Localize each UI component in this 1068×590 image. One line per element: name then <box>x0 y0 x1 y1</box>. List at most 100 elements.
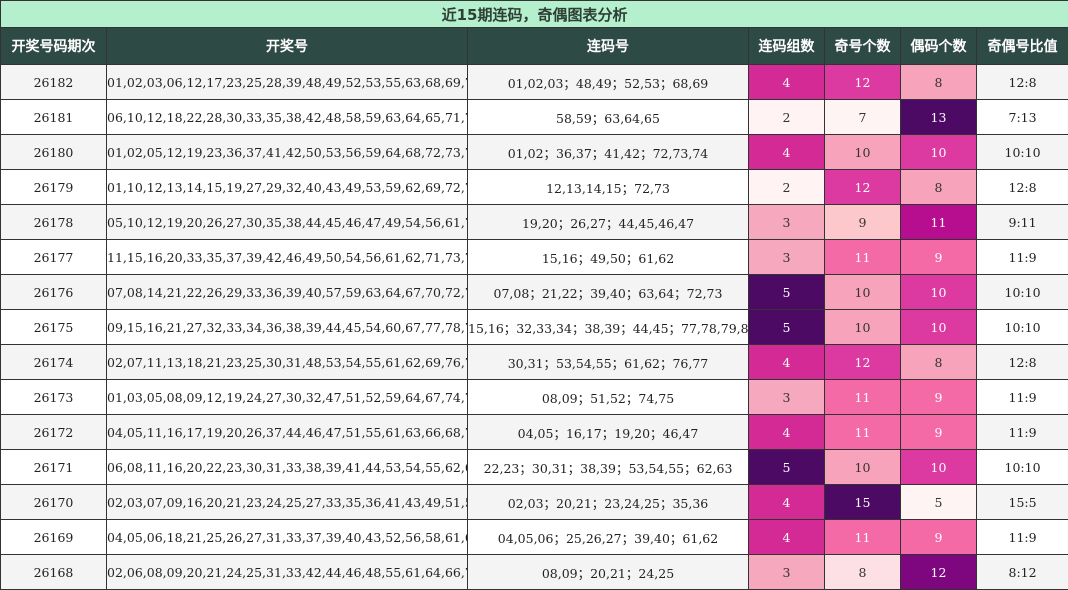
period-cell: 26182 <box>0 64 107 100</box>
consec-cell: 07,08；21,22；39,40；63,64；72,73 <box>467 274 749 310</box>
even-count-cell: 9 <box>900 414 977 450</box>
odd-count-cell: 11 <box>824 519 901 555</box>
col-header-groups: 连码组数 <box>748 27 825 65</box>
numbers-cell: 01,02,03,06,12,17,23,25,28,39,48,49,52,5… <box>106 64 468 100</box>
table-row: 26171 06,08,11,16,20,22,23,30,31,33,38,39… <box>0 449 1068 485</box>
odd-count-cell: 11 <box>824 414 901 450</box>
header-row: 开奖号码期次 开奖号 连码号 连码组数 奇号个数 偶码个数 奇偶号比值 <box>0 27 1068 65</box>
consec-cell: 04,05,06；25,26,27；39,40；61,62 <box>467 519 749 555</box>
groups-cell: 3 <box>748 204 825 240</box>
ratio-cell: 12:8 <box>975 64 1068 100</box>
even-count-cell: 13 <box>900 99 977 135</box>
groups-cell: 4 <box>748 484 825 520</box>
odd-count-cell: 15 <box>824 484 901 520</box>
even-count-cell: 9 <box>900 379 977 415</box>
ratio-cell: 11:9 <box>975 379 1068 415</box>
consec-cell: 15,16；32,33,34；38,39；44,45；77,78,79,80 <box>467 309 749 345</box>
period-cell: 26178 <box>0 204 107 240</box>
period-cell: 26173 <box>0 379 107 415</box>
consec-cell: 30,31；53,54,55；61,62；76,77 <box>467 344 749 380</box>
numbers-cell: 06,10,12,18,22,28,30,33,35,38,42,48,58,5… <box>106 99 468 135</box>
ratio-cell: 10:10 <box>975 309 1068 345</box>
col-header-even: 偶码个数 <box>900 27 977 65</box>
even-count-cell: 10 <box>900 309 977 345</box>
numbers-cell: 01,03,05,08,09,12,19,24,27,30,32,47,51,5… <box>106 379 468 415</box>
odd-count-cell: 11 <box>824 379 901 415</box>
consec-cell: 22,23；30,31；38,39；53,54,55；62,63 <box>467 449 749 485</box>
odd-count-cell: 8 <box>824 554 901 590</box>
table-row: 26170 02,03,07,09,16,20,21,23,24,25,27,33… <box>0 484 1068 520</box>
odd-count-cell: 10 <box>824 134 901 170</box>
consec-cell: 01,02；36,37；41,42；72,73,74 <box>467 134 749 170</box>
col-header-consec: 连码号 <box>467 27 749 65</box>
even-count-cell: 9 <box>900 239 977 275</box>
consec-cell: 08,09；20,21；24,25 <box>467 554 749 590</box>
numbers-cell: 05,10,12,19,20,26,27,30,35,38,44,45,46,4… <box>106 204 468 240</box>
table-row: 26176 07,08,14,21,22,26,29,33,36,39,40,57… <box>0 274 1068 310</box>
odd-count-cell: 12 <box>824 64 901 100</box>
period-cell: 26171 <box>0 449 107 485</box>
consec-cell: 58,59；63,64,65 <box>467 99 749 135</box>
period-cell: 26168 <box>0 554 107 590</box>
numbers-cell: 09,15,16,21,27,32,33,34,36,38,39,44,45,5… <box>106 309 468 345</box>
even-count-cell: 8 <box>900 169 977 205</box>
numbers-cell: 04,05,11,16,17,19,20,26,37,44,46,47,51,5… <box>106 414 468 450</box>
even-count-cell: 5 <box>900 484 977 520</box>
consec-cell: 19,20；26,27；44,45,46,47 <box>467 204 749 240</box>
consec-cell: 01,02,03；48,49；52,53；68,69 <box>467 64 749 100</box>
numbers-cell: 01,10,12,13,14,15,19,27,29,32,40,43,49,5… <box>106 169 468 205</box>
odd-count-cell: 12 <box>824 344 901 380</box>
period-cell: 26176 <box>0 274 107 310</box>
even-count-cell: 10 <box>900 274 977 310</box>
numbers-cell: 04,05,06,18,21,25,26,27,31,33,37,39,40,4… <box>106 519 468 555</box>
odd-count-cell: 10 <box>824 449 901 485</box>
even-count-cell: 8 <box>900 344 977 380</box>
consec-cell: 15,16；49,50；61,62 <box>467 239 749 275</box>
ratio-cell: 15:5 <box>975 484 1068 520</box>
numbers-cell: 02,07,11,13,18,21,23,25,30,31,48,53,54,5… <box>106 344 468 380</box>
groups-cell: 2 <box>748 99 825 135</box>
lottery-analysis-table: 近15期连码，奇偶图表分析 开奖号码期次 开奖号 连码号 连码组数 奇号个数 偶码个数 奇偶… <box>0 0 1068 590</box>
period-cell: 26177 <box>0 239 107 275</box>
even-count-cell: 11 <box>900 204 977 240</box>
consec-cell: 12,13,14,15；72,73 <box>467 169 749 205</box>
table-title: 近15期连码，奇偶图表分析 <box>0 0 1068 28</box>
ratio-cell: 12:8 <box>975 169 1068 205</box>
odd-count-cell: 12 <box>824 169 901 205</box>
odd-count-cell: 11 <box>824 239 901 275</box>
col-header-odd: 奇号个数 <box>824 27 901 65</box>
odd-count-cell: 7 <box>824 99 901 135</box>
groups-cell: 5 <box>748 274 825 310</box>
table-row: 26180 01,02,05,12,19,23,36,37,41,42,50,53… <box>0 134 1068 170</box>
consec-cell: 08,09；51,52；74,75 <box>467 379 749 415</box>
groups-cell: 5 <box>748 449 825 485</box>
groups-cell: 2 <box>748 169 825 205</box>
numbers-cell: 11,15,16,20,33,35,37,39,42,46,49,50,54,5… <box>106 239 468 275</box>
numbers-cell: 06,08,11,16,20,22,23,30,31,33,38,39,41,4… <box>106 449 468 485</box>
table-row: 26179 01,10,12,13,14,15,19,27,29,32,40,43… <box>0 169 1068 205</box>
odd-count-cell: 10 <box>824 274 901 310</box>
numbers-cell: 07,08,14,21,22,26,29,33,36,39,40,57,59,6… <box>106 274 468 310</box>
ratio-cell: 11:9 <box>975 414 1068 450</box>
period-cell: 26170 <box>0 484 107 520</box>
even-count-cell: 10 <box>900 449 977 485</box>
period-cell: 26169 <box>0 519 107 555</box>
table-row: 26169 04,05,06,18,21,25,26,27,31,33,37,39… <box>0 519 1068 555</box>
col-header-period: 开奖号码期次 <box>0 27 107 65</box>
odd-count-cell: 9 <box>824 204 901 240</box>
table-row: 26168 02,06,08,09,20,21,24,25,31,33,42,44… <box>0 554 1068 590</box>
period-cell: 26181 <box>0 99 107 135</box>
ratio-cell: 11:9 <box>975 239 1068 275</box>
groups-cell: 4 <box>748 344 825 380</box>
col-header-ratio: 奇偶号比值 <box>975 27 1068 65</box>
ratio-cell: 10:10 <box>975 134 1068 170</box>
table-row: 26175 09,15,16,21,27,32,33,34,36,38,39,44… <box>0 309 1068 345</box>
table-row: 26172 04,05,11,16,17,19,20,26,37,44,46,47… <box>0 414 1068 450</box>
consec-cell: 02,03；20,21；23,24,25；35,36 <box>467 484 749 520</box>
numbers-cell: 02,06,08,09,20,21,24,25,31,33,42,44,46,4… <box>106 554 468 590</box>
table-row: 26174 02,07,11,13,18,21,23,25,30,31,48,53… <box>0 344 1068 380</box>
table-row: 26181 06,10,12,18,22,28,30,33,35,38,42,48… <box>0 99 1068 135</box>
groups-cell: 4 <box>748 64 825 100</box>
ratio-cell: 10:10 <box>975 449 1068 485</box>
period-cell: 26172 <box>0 414 107 450</box>
